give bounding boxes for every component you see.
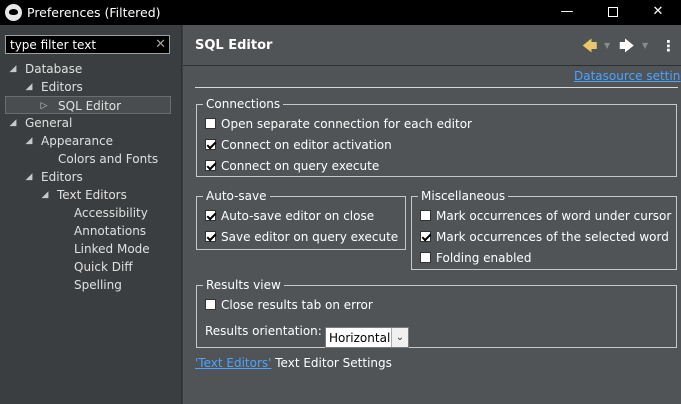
tree-item-label: Spelling — [74, 278, 122, 292]
page-title: SQL Editor — [195, 38, 273, 53]
header-divider — [183, 65, 681, 66]
expand-icon[interactable]: ◢ — [24, 78, 34, 96]
chevron-down-icon[interactable]: ⌄ — [391, 328, 408, 347]
tree-item-label: Linked Mode — [74, 242, 150, 256]
clear-filter-icon[interactable]: ✕ — [155, 36, 166, 53]
tree-item-spelling[interactable]: Spelling — [74, 276, 174, 294]
checkbox-label: Folding enabled — [436, 251, 532, 265]
group-title: Connections — [203, 96, 284, 112]
expand-icon[interactable]: ◢ — [40, 186, 50, 204]
mark-word-under-cursor-checkbox[interactable]: Mark occurrences of word under cursor — [420, 208, 671, 224]
checkbox-label: Auto-save editor on close — [221, 209, 375, 223]
expand-icon[interactable]: ◢ — [24, 168, 34, 186]
text-editors-link[interactable]: 'Text Editors' — [195, 356, 271, 370]
expand-icon[interactable]: ◢ — [8, 60, 18, 78]
tree-item-label: Editors — [41, 80, 83, 94]
folding-enabled-checkbox[interactable]: Folding enabled — [420, 250, 531, 266]
separator — [195, 87, 678, 88]
tree-item-quick-diff[interactable]: Quick Diff — [74, 258, 174, 276]
save-on-query-execute-checkbox[interactable]: Save editor on query execute — [205, 229, 398, 245]
tree-item-general-editors[interactable]: ◢ Editors — [24, 168, 174, 186]
auto-save-group: Auto-save Auto-save editor on close Save… — [196, 188, 406, 250]
filter-input[interactable] — [10, 37, 150, 52]
tree-item-label: SQL Editor — [58, 99, 122, 113]
tree-item-text-editors[interactable]: ◢ Text Editors — [40, 186, 175, 204]
checkbox-label: Mark occurrences of the selected word — [436, 230, 669, 244]
preferences-tree-panel: ✕ ◢ Database ◢ Editors ▷ SQL Editor ◢ Ge… — [0, 25, 182, 404]
tree-item-label: Text Editors — [57, 188, 127, 202]
checkbox-box[interactable] — [420, 252, 431, 263]
tree-item-accessibility[interactable]: Accessibility — [74, 204, 174, 222]
expand-icon[interactable]: ◢ — [24, 132, 34, 150]
group-title: Results view — [203, 277, 284, 293]
checkbox-label: Open separate connection for each editor — [221, 117, 472, 131]
filter-field[interactable]: ✕ — [5, 35, 170, 54]
checkbox-label: Connect on query execute — [221, 159, 380, 173]
window-title: Preferences (Filtered) — [27, 5, 161, 20]
auto-save-on-close-checkbox[interactable]: Auto-save editor on close — [205, 208, 374, 224]
checkbox-label: Close results tab on error — [221, 298, 373, 312]
tree-item-label: Appearance — [41, 134, 114, 148]
preference-page: SQL Editor 🡄 ▼ 🡆 ▼ ⋮ Datasource settings… — [183, 25, 681, 404]
expand-icon[interactable]: ◢ — [8, 114, 18, 132]
checkbox-box[interactable] — [205, 299, 216, 310]
checkbox-box[interactable] — [205, 231, 216, 242]
checkbox-box[interactable] — [205, 160, 216, 171]
open-separate-connection-checkbox[interactable]: Open separate connection for each editor — [205, 116, 472, 132]
connect-on-activation-checkbox[interactable]: Connect on editor activation — [205, 137, 392, 153]
tree-item-label: General — [25, 116, 73, 130]
connect-on-query-checkbox[interactable]: Connect on query execute — [205, 158, 379, 174]
tree-item-db-editors[interactable]: ◢ Editors — [24, 78, 174, 96]
results-orientation-label: Results orientation: — [205, 324, 322, 338]
checkbox-label: Connect on editor activation — [221, 138, 392, 152]
footer-text: Text Editor Settings — [271, 356, 392, 370]
back-history-dropdown-icon[interactable]: ▼ — [604, 41, 610, 50]
window-titlebar: Preferences (Filtered) — ✕ — [0, 0, 681, 25]
close-button[interactable]: ✕ — [635, 0, 681, 25]
view-menu-icon[interactable]: ⋮ — [661, 37, 676, 55]
checkbox-label: Save editor on query execute — [221, 230, 399, 244]
checkbox-box[interactable] — [420, 231, 431, 242]
connections-group: Connections Open separate connection for… — [196, 96, 677, 177]
checkbox-box[interactable] — [420, 210, 431, 221]
tree-item-linked-mode[interactable]: Linked Mode — [74, 240, 174, 258]
datasource-settings-link[interactable]: Datasource settings — [574, 69, 681, 83]
select-value: Horizontal — [329, 331, 391, 345]
tree-item-label: Colors and Fonts — [58, 152, 159, 166]
miscellaneous-group: Miscellaneous Mark occurrences of word u… — [411, 188, 677, 270]
app-icon — [5, 4, 22, 21]
tree-item-label: Database — [25, 62, 83, 76]
group-title: Miscellaneous — [418, 188, 509, 204]
results-orientation-select[interactable]: Horizontal ⌄ — [325, 327, 409, 348]
tree-item-general[interactable]: ◢ General — [8, 114, 178, 132]
forward-history-dropdown-icon[interactable]: ▼ — [642, 41, 648, 50]
tree-item-label: Quick Diff — [74, 260, 133, 274]
tree-item-label: Editors — [41, 170, 83, 184]
back-arrow-icon[interactable]: 🡄 — [582, 36, 598, 61]
results-view-group: Results view Close results tab on error … — [196, 277, 677, 348]
checkbox-box[interactable] — [205, 139, 216, 150]
tree-item-annotations[interactable]: Annotations — [74, 222, 174, 240]
checkbox-box[interactable] — [205, 210, 216, 221]
close-results-tab-checkbox[interactable]: Close results tab on error — [205, 297, 373, 313]
collapsed-icon[interactable]: ▷ — [39, 97, 49, 115]
tree-item-sql-editor[interactable]: ▷ SQL Editor — [5, 96, 171, 114]
mark-selected-word-checkbox[interactable]: Mark occurrences of the selected word — [420, 229, 669, 245]
tree-item-appearance[interactable]: ◢ Appearance — [24, 132, 174, 150]
checkbox-box[interactable] — [205, 118, 216, 129]
forward-arrow-icon[interactable]: 🡆 — [619, 36, 635, 61]
text-editor-settings-note: 'Text Editors' Text Editor Settings — [195, 356, 392, 370]
tree-item-label: Annotations — [74, 224, 147, 238]
tree-item-database[interactable]: ◢ Database — [8, 60, 178, 78]
page-header: SQL Editor 🡄 ▼ 🡆 ▼ ⋮ — [183, 25, 681, 65]
group-title: Auto-save — [203, 188, 270, 204]
minimize-button[interactable]: — — [544, 0, 590, 25]
checkbox-label: Mark occurrences of word under cursor — [436, 209, 672, 223]
tree-item-label: Accessibility — [74, 206, 148, 220]
tree-item-colors-and-fonts[interactable]: Colors and Fonts — [58, 150, 178, 168]
maximize-icon — [608, 6, 618, 17]
maximize-button[interactable] — [590, 0, 636, 25]
